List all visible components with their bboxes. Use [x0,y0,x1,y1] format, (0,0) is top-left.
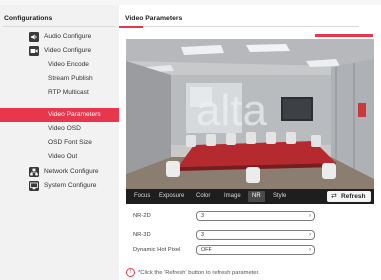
nr-2d-select[interactable]: 3 › [196,211,315,221]
hint-text: *Click the 'Refresh' button to refresh p… [138,270,260,277]
sidebar-item-label: Audio Configure [44,33,92,40]
title-accent [119,26,143,28]
sidebar-item-video-osd[interactable]: Video OSD [0,122,119,136]
sidebar-item-stream-publish[interactable]: Stream Publish [0,72,119,86]
tab-nr[interactable]: NR [248,191,265,202]
panel-accent-bar [315,34,373,37]
tab-image[interactable]: Image [224,189,241,204]
refresh-icon: ⇄ [331,193,337,200]
refresh-label: Refresh [341,193,366,200]
dynamic-hot-pixel-label: Dynamic Hot Pixel [133,247,181,253]
video-preview[interactable]: alta [126,39,374,189]
chevron-right-icon: › [309,247,311,253]
chevron-right-icon: › [309,213,311,219]
sidebar-item-label: Video Encode [48,61,89,68]
refresh-button[interactable]: ⇄ Refresh [327,191,371,202]
sidebar-item-label: RTP Multicast [48,89,89,96]
info-icon: ! [126,268,135,277]
sidebar-item-label: Video Out [48,153,78,160]
sidebar-item-network-configure[interactable]: Network Configure [0,165,119,179]
dynamic-hot-pixel-value: OFF [201,247,212,253]
nr-2d-label: NR-2D [133,213,151,219]
video-icon [29,46,39,56]
sidebar-item-video-parameters[interactable]: Video Parameters [0,108,119,122]
main-panel: Video Parameters alta Focus Exposure Col… [119,5,381,280]
nr-3d-select[interactable]: 3 › [196,230,315,240]
tab-style[interactable]: Style [273,189,286,204]
speaker-icon [29,32,39,42]
chevron-right-icon: › [309,232,311,238]
sidebar-item-video-encode[interactable]: Video Encode [0,58,119,72]
sidebar-item-video-out[interactable]: Video Out [0,150,119,164]
refresh-hint: ! *Click the 'Refresh' button to refresh … [126,268,260,277]
sidebar-item-label: System Configure [44,182,97,189]
nr-2d-value: 3 [201,213,204,219]
page-title: Video Parameters [125,15,183,22]
dynamic-hot-pixel-select[interactable]: OFF › [196,245,315,255]
sidebar-divider [3,26,116,27]
sidebar-item-label: Video Configure [44,47,92,54]
sidebar-item-system-configure[interactable]: System Configure [0,179,119,193]
title-divider [119,26,359,27]
camera-scene-image: alta [126,39,374,189]
sidebar-item-video-configure[interactable]: Video Configure [0,44,119,58]
sidebar-item-label: Video Parameters [48,111,101,118]
sidebar-item-rtp-multicast[interactable]: RTP Multicast [0,86,119,100]
sidebar-item-audio-configure[interactable]: Audio Configure [0,30,119,44]
system-icon [29,181,39,191]
svg-text:alta: alta [196,86,267,135]
sidebar-item-label: Video OSD [48,125,81,132]
sidebar-item-osd-font-size[interactable]: OSD Font Size [0,136,119,150]
sidebar-item-label: Stream Publish [48,75,93,82]
tab-exposure[interactable]: Exposure [159,189,184,204]
sidebar-item-label: OSD Font Size [48,139,92,146]
tab-color[interactable]: Color [196,189,210,204]
network-icon [29,167,39,177]
parameter-tab-bar: Focus Exposure Color Image NR Style ⇄ Re… [126,189,374,204]
nr-3d-value: 3 [201,232,204,238]
tab-focus[interactable]: Focus [134,189,150,204]
sidebar: Configurations Audio Configure Video Con… [0,5,119,280]
sidebar-title: Configurations [4,15,53,22]
nr-3d-label: NR-3D [133,232,151,238]
sidebar-item-label: Network Configure [44,168,99,175]
